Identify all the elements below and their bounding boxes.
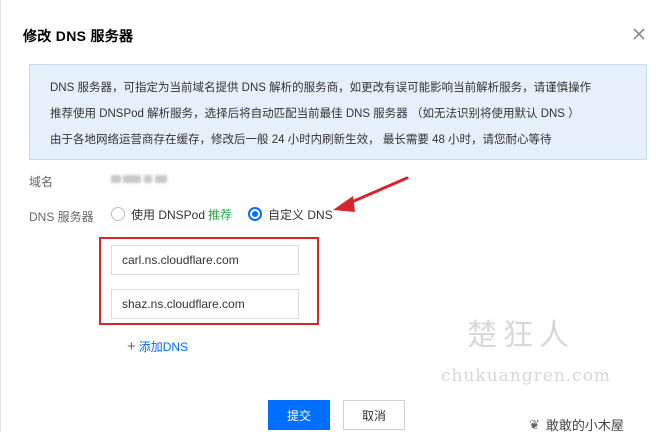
radio-dnspod-circle[interactable] (111, 207, 125, 221)
nameserver-input-2[interactable] (111, 289, 299, 319)
close-icon[interactable] (631, 26, 647, 42)
notice-line-2: 推荐使用 DNSPod 解析服务，选择后将自动匹配当前最佳 DNS 服务器 （如… (50, 108, 580, 120)
cancel-button[interactable]: 取消 (343, 400, 405, 430)
domain-value-blurred (111, 172, 169, 186)
domain-label: 域名 (29, 175, 54, 189)
account-name: 敢敢的小木屋 (545, 418, 624, 432)
wechat-icon: ❦ (529, 416, 540, 432)
notice-line-1: DNS 服务器，可指定为当前域名提供 DNS 解析的服务商，如更改有误可能影响当… (50, 82, 592, 94)
radio-dnspod[interactable]: 使用 DNSPod 推荐 (111, 206, 232, 223)
nameserver-input-1[interactable] (111, 245, 299, 275)
radio-custom-label: 自定义 DNS (268, 207, 333, 222)
radio-custom-circle[interactable] (248, 207, 263, 221)
notice-box: DNS 服务器，可指定为当前域名提供 DNS 解析的服务商，如更改有误可能影响当… (29, 64, 647, 160)
watermark: 楚狂人 chukuangren.com (441, 310, 641, 390)
dns-radio-group: 使用 DNSPod 推荐 自定义 DNS (111, 205, 349, 223)
account-tag: ❦ 敢敢的小木屋 (529, 415, 624, 432)
recommend-tag: 推荐 (208, 207, 233, 222)
notice-line-3: 由于各地网络运营商存在缓存，修改后一般 24 小时内刷新生效， 最长需要 48 … (50, 134, 552, 146)
annotation-arrow-icon (333, 176, 409, 212)
dns-server-label: DNS 服务器 (29, 210, 94, 224)
radio-custom-dns[interactable]: 自定义 DNS (248, 206, 333, 223)
dialog-title: 修改 DNS 服务器 (23, 28, 134, 44)
add-dns-link[interactable]: + 添加DNS (127, 338, 188, 355)
modify-dns-dialog: 修改 DNS 服务器 DNS 服务器，可指定为当前域名提供 DNS 解析的服务商… (0, 0, 666, 432)
watermark-en: chukuangren.com (441, 366, 612, 386)
radio-dnspod-label: 使用 DNSPod (131, 207, 206, 222)
add-dns-label: 添加DNS (138, 340, 189, 354)
plus-icon: + (127, 337, 136, 355)
watermark-cn: 楚狂人 (467, 318, 575, 353)
submit-button[interactable]: 提交 (268, 400, 330, 430)
